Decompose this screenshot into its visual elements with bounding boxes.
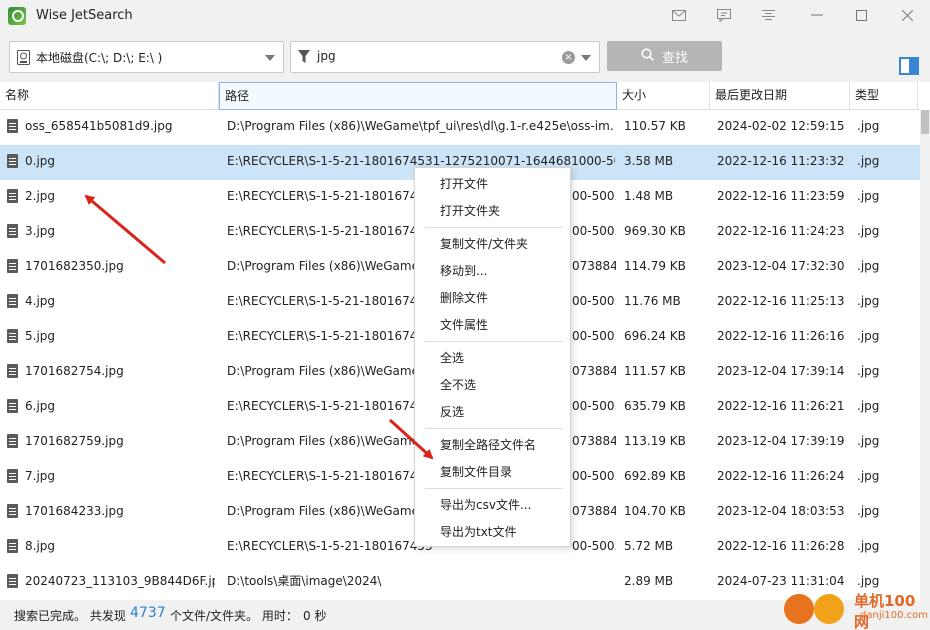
status-suffix: 个文件/文件夹。 用时： xyxy=(170,609,298,623)
watermark: 单机100网 danji100.com xyxy=(784,590,930,630)
arrow-to-copy-dir xyxy=(388,418,434,460)
status-prefix: 搜索已完成。 共发现 xyxy=(14,609,126,623)
watermark-logo-icon xyxy=(814,594,844,624)
status-time: 0 秒 xyxy=(303,609,327,623)
watermark-sub: danji100.com xyxy=(860,610,928,621)
annotation-arrows xyxy=(84,194,434,460)
arrow-to-rows xyxy=(84,194,166,265)
status-count: 4737 xyxy=(130,605,166,621)
watermark-logo-icon xyxy=(784,594,814,624)
